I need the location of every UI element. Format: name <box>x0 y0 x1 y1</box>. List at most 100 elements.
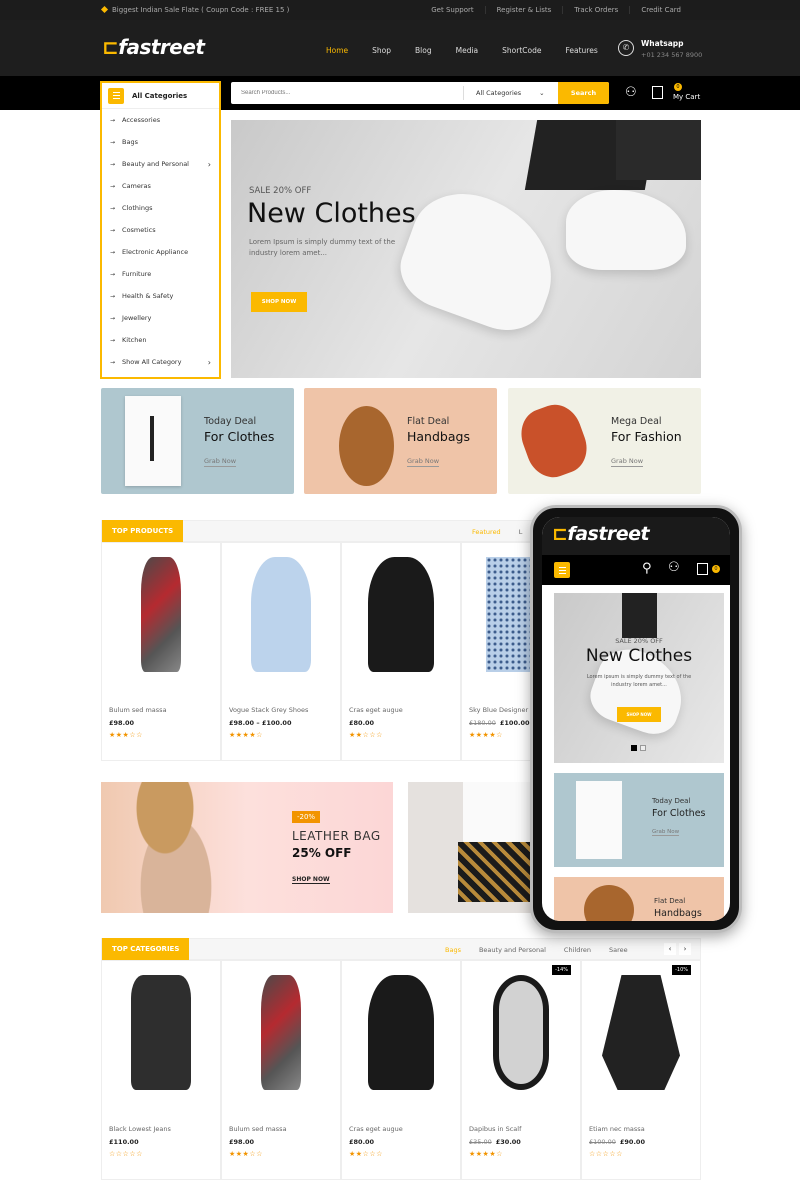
slider-dot-active[interactable] <box>631 745 637 751</box>
whatsapp-icon: ✆ <box>618 40 634 56</box>
slider-dot[interactable] <box>640 745 646 751</box>
category-item[interactable]: → Bags <box>102 131 219 153</box>
product-image[interactable] <box>261 975 301 1090</box>
product-image[interactable] <box>131 975 191 1090</box>
category-item[interactable]: → Cameras <box>102 175 219 197</box>
deal-title: For Clothes <box>652 808 706 819</box>
category-item[interactable]: → Kitchen <box>102 329 219 351</box>
product-name[interactable]: Cras eget augue <box>349 706 403 714</box>
product-card[interactable]: Bulum sed massa £98.00 ★★★☆☆ <box>101 542 221 761</box>
product-image[interactable] <box>602 975 680 1090</box>
product-card[interactable]: Cras eget augue £80.00 ★★☆☆☆ <box>341 960 461 1180</box>
product-image[interactable] <box>141 557 181 672</box>
shoe-graphic <box>390 177 572 343</box>
category-item[interactable]: → Beauty and Personal › <box>102 153 219 175</box>
category-item[interactable]: → Jewellery <box>102 307 219 329</box>
tab-beauty[interactable]: Beauty and Personal <box>479 946 546 954</box>
prev-arrow-icon[interactable]: ‹ <box>664 943 676 955</box>
product-card[interactable]: Vogue Stack Grey Shoes £98.00 – £100.00 … <box>221 542 341 761</box>
trouser-graphic <box>616 120 701 180</box>
product-name[interactable]: Vogue Stack Grey Shoes <box>229 706 308 714</box>
handbag-graphic <box>584 885 634 921</box>
grab-now-link[interactable]: Grab Now <box>204 457 237 467</box>
category-item[interactable]: → Electronic Appliance <box>102 241 219 263</box>
nav-shop[interactable]: Shop <box>372 46 391 55</box>
search-input[interactable] <box>231 82 463 104</box>
phone-deal-card[interactable]: Today Deal For Clothes Grab Now <box>554 773 724 867</box>
product-card[interactable]: -10% Etiam nec massa £100.00 £90.00 ☆☆☆☆☆ <box>581 960 701 1180</box>
product-name[interactable]: Cras eget augue <box>349 1125 403 1133</box>
category-item[interactable]: → Show All Category › <box>102 351 219 373</box>
product-name[interactable]: Black Lowest Jeans <box>109 1125 171 1133</box>
cart-logo-icon: ⊏ <box>102 35 119 59</box>
banner-link[interactable]: SHOP NOW <box>292 876 330 884</box>
product-image[interactable] <box>368 975 434 1090</box>
arrow-right-icon: → <box>110 336 116 344</box>
phone-cart-icon[interactable] <box>697 563 708 575</box>
phone-search-icon[interactable]: ⚲ <box>642 561 652 576</box>
rating-stars: ★★★☆☆ <box>229 1150 263 1158</box>
product-price: £180.00 £100.00 <box>469 719 530 727</box>
cart-icon[interactable] <box>652 86 663 99</box>
category-item[interactable]: → Furniture <box>102 263 219 285</box>
tab-latest[interactable]: L <box>519 528 523 536</box>
nav-home[interactable]: Home <box>326 46 348 55</box>
product-image[interactable] <box>368 557 434 672</box>
nav-shortcode[interactable]: ShortCode <box>502 46 541 55</box>
phone-shop-now-button[interactable]: SHOP NOW <box>617 707 661 722</box>
phone-header: ⊏fastreet <box>542 517 730 555</box>
deal-card[interactable]: Today Deal For Clothes Grab Now <box>101 388 294 494</box>
product-name[interactable]: Etiam nec massa <box>589 1125 645 1133</box>
grab-now-link[interactable]: Grab Now <box>407 457 440 467</box>
shop-now-button[interactable]: SHOP NOW <box>251 292 307 312</box>
phone-deal-card[interactable]: Flat Deal Handbags <box>554 877 724 921</box>
product-image[interactable] <box>493 975 549 1090</box>
cart-label[interactable]: My Cart <box>673 93 700 101</box>
phone-screen: ⊏fastreet ⚲ ⚇ 0 SALE 20% OFF New Clothes… <box>542 517 730 921</box>
category-item[interactable]: → Health & Safety <box>102 285 219 307</box>
logo[interactable]: ⊏fastreet <box>102 35 205 59</box>
phone-user-icon[interactable]: ⚇ <box>668 560 680 575</box>
category-item[interactable]: → Accessories <box>102 109 219 131</box>
product-card[interactable]: Black Lowest Jeans £110.00 ☆☆☆☆☆ <box>101 960 221 1180</box>
promo-text: Biggest Indian Sale Flate ( Coupn Code :… <box>100 5 289 14</box>
link-register[interactable]: Register & Lists <box>484 6 563 14</box>
category-menu-header[interactable]: All Categories <box>102 83 219 109</box>
product-name[interactable]: Dapibus in Scalf <box>469 1125 521 1133</box>
deal-card[interactable]: Mega Deal For Fashion Grab Now <box>508 388 701 494</box>
link-get-support[interactable]: Get Support <box>420 6 484 14</box>
product-name[interactable]: Bulum sed massa <box>109 706 167 714</box>
phone-menu-icon[interactable] <box>554 562 570 578</box>
product-image[interactable] <box>251 557 311 672</box>
grab-now-link[interactable]: Grab Now <box>611 457 644 467</box>
tab-featured[interactable]: Featured <box>472 528 501 536</box>
category-menu: All Categories → Accessories → Bags → Beauty … <box>100 81 221 379</box>
leather-bag-banner[interactable]: -20% LEATHER BAG 25% OFF SHOP NOW <box>101 782 393 913</box>
list-icon <box>108 87 124 104</box>
product-card[interactable]: -14% Dapibus in Scalf £35.00 £30.00 ★★★★☆ <box>461 960 581 1180</box>
tab-children[interactable]: Children <box>564 946 591 954</box>
product-card[interactable]: Bulum sed massa £98.00 ★★★☆☆ <box>221 960 341 1180</box>
link-track-orders[interactable]: Track Orders <box>562 6 629 14</box>
product-name[interactable]: Bulum sed massa <box>229 1125 287 1133</box>
search-button[interactable]: Search <box>558 82 609 104</box>
tab-bags[interactable]: Bags <box>445 946 461 954</box>
tab-saree[interactable]: Saree <box>609 946 628 954</box>
link-credit-card[interactable]: Credit Card <box>629 6 692 14</box>
product-card[interactable]: Cras eget augue £80.00 ★★☆☆☆ <box>341 542 461 761</box>
category-item[interactable]: → Cosmetics <box>102 219 219 241</box>
category-select[interactable]: All Categories ⌄ <box>463 86 558 100</box>
user-add-icon[interactable]: ⚇ <box>625 85 637 100</box>
nav-media[interactable]: Media <box>456 46 479 55</box>
nav-features[interactable]: Features <box>565 46 597 55</box>
rating-stars: ★★☆☆☆ <box>349 1150 383 1158</box>
phone-hero: SALE 20% OFF New Clothes Lorem ipsum is … <box>554 593 724 763</box>
category-item[interactable]: → Clothings <box>102 197 219 219</box>
next-arrow-icon[interactable]: › <box>679 943 691 955</box>
deal-link[interactable]: Grab Now <box>652 829 680 836</box>
deal-card[interactable]: Flat Deal Handbags Grab Now <box>304 388 497 494</box>
nav-blog[interactable]: Blog <box>415 46 432 55</box>
arrow-right-icon: → <box>110 204 116 212</box>
cart-count-badge: 0 <box>674 83 682 91</box>
product-name[interactable]: Sky Blue Designer <box>469 706 528 714</box>
